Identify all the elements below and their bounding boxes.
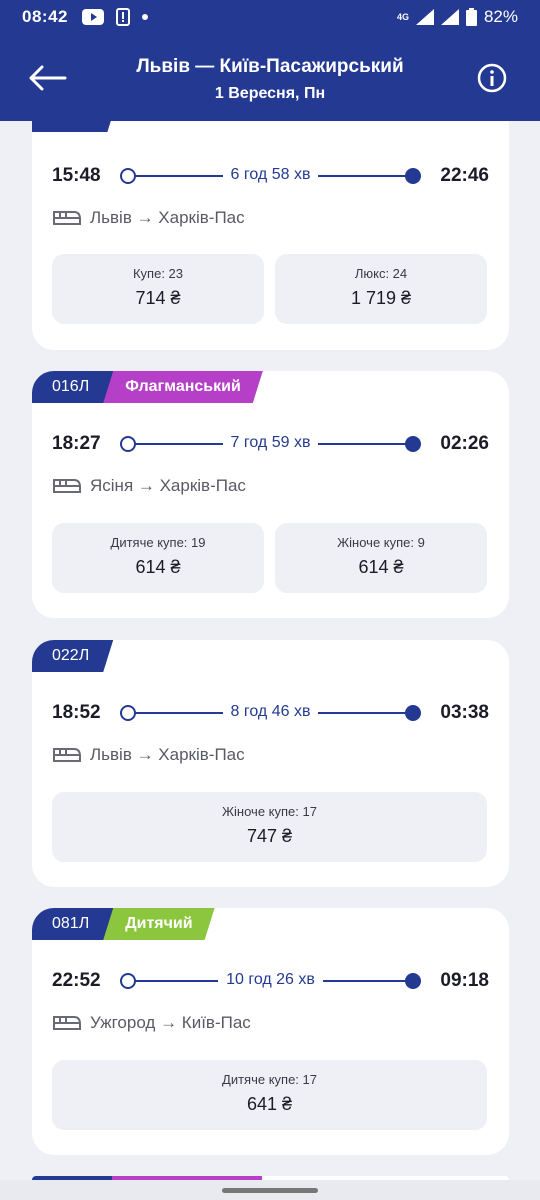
route-line: 10 год 26 хв xyxy=(120,966,421,996)
youtube-icon xyxy=(81,9,104,25)
destination-dot xyxy=(405,705,421,721)
seat-option[interactable]: Жіноче купе: 17 747 ₴ xyxy=(52,792,487,862)
arrival-time: 02:26 xyxy=(440,433,489,454)
arrival-time: 22:46 xyxy=(440,165,489,186)
train-route: Львів → Харків-Пас xyxy=(90,208,245,227)
train-number: 016Л xyxy=(32,371,113,403)
seat-price: 1 719 ₴ xyxy=(350,288,412,308)
toolbar: Львів — Київ-Пасажирський 1 Вересня, Пн xyxy=(0,34,540,121)
seat-option[interactable]: Дитяче купе: 19 614 ₴ xyxy=(52,523,264,593)
train-card[interactable]: 081Л Дитячий 22:52 10 год 26 хв 09:18 Уж… xyxy=(32,908,509,1155)
seat-option[interactable]: Люкс: 24 1 719 ₴ xyxy=(275,254,487,324)
app-header: 08:42 4G 82% Львів — Київ-Пасажирський 1… xyxy=(0,0,540,121)
dot-icon xyxy=(141,14,148,20)
seat-price: 747 ₴ xyxy=(246,826,293,846)
arrival-time: 09:18 xyxy=(440,970,489,991)
seat-price: 614 ₴ xyxy=(358,557,404,577)
seat-class: Жіноче купе: 9 xyxy=(337,535,425,550)
page-subtitle: 1 Вересня, Пн xyxy=(214,85,326,102)
destination-dot xyxy=(405,168,421,184)
seat-option[interactable]: Купе: 23 714 ₴ xyxy=(52,254,264,324)
train-route: Ясіня → Харків-Пас xyxy=(90,476,246,495)
seat-class: Дитяче купе: 19 xyxy=(110,535,206,550)
seat-class: Купе: 23 xyxy=(132,266,184,281)
train-icon xyxy=(53,748,81,762)
destination-dot xyxy=(405,436,421,452)
train-route: Львів → Харків-Пас xyxy=(90,745,245,764)
seat-option[interactable]: Дитяче купе: 17 641 ₴ xyxy=(52,1060,487,1130)
network-type: 4G xyxy=(396,11,409,22)
seat-price: 614 ₴ xyxy=(135,557,181,577)
departure-time: 18:52 xyxy=(52,702,101,723)
departure-time: 18:27 xyxy=(52,433,101,454)
seat-class: Дитяче купе: 17 xyxy=(222,1072,317,1087)
route-line: 7 год 59 хв xyxy=(120,429,421,459)
train-number: 081Л xyxy=(32,908,113,940)
route-line: 8 год 46 хв xyxy=(120,698,421,728)
train-type-badge: Флагманський xyxy=(101,371,263,403)
train-number: 022Л xyxy=(32,640,113,672)
seat-class: Люкс: 24 xyxy=(354,266,408,281)
page-title: Львів — Київ-Пасажирський xyxy=(136,56,404,77)
trip-duration: 6 год 58 хв xyxy=(222,166,319,183)
signal-icon-2 xyxy=(440,9,459,25)
seat-price: 641 ₴ xyxy=(246,1094,293,1114)
trip-duration: 7 год 59 хв xyxy=(222,434,319,451)
train-route: Ужгород → Київ-Пас xyxy=(90,1013,251,1032)
info-icon xyxy=(477,63,507,93)
signal-icon xyxy=(415,9,434,25)
train-type-badge: Дитячий xyxy=(101,908,214,940)
status-bar: 08:42 4G 82% xyxy=(0,0,540,34)
home-gesture-pill[interactable] xyxy=(222,1188,318,1193)
battery-percent: 82% xyxy=(483,7,518,26)
status-time: 08:42 xyxy=(22,7,68,26)
back-button[interactable] xyxy=(28,60,68,96)
destination-dot xyxy=(405,973,421,989)
trip-duration: 10 год 26 хв xyxy=(218,971,323,988)
train-icon xyxy=(53,1016,81,1030)
seat-class: Жіноче купе: 17 xyxy=(222,804,317,819)
alert-icon xyxy=(115,8,130,26)
arrow-left-icon xyxy=(29,65,67,91)
train-card[interactable]: 064Ш 15:48 6 год 58 хв 22:46 Львів → Хар… xyxy=(32,92,509,350)
train-card[interactable]: 016Л Флагманський 18:27 7 год 59 хв 02:2… xyxy=(32,371,509,618)
seat-price: 714 ₴ xyxy=(135,288,181,308)
arrival-time: 03:38 xyxy=(440,702,489,723)
departure-time: 22:52 xyxy=(52,970,101,991)
seat-option[interactable]: Жіноче купе: 9 614 ₴ xyxy=(275,523,487,593)
trip-duration: 8 год 46 хв xyxy=(222,703,319,720)
info-button[interactable] xyxy=(476,62,508,94)
route-line: 6 год 58 хв xyxy=(120,161,421,191)
train-card[interactable]: 022Л 18:52 8 год 46 хв 03:38 Львів → Хар… xyxy=(32,640,509,887)
train-icon xyxy=(53,479,81,493)
battery-icon xyxy=(465,8,477,26)
departure-time: 15:48 xyxy=(52,165,101,186)
train-icon xyxy=(53,211,81,225)
